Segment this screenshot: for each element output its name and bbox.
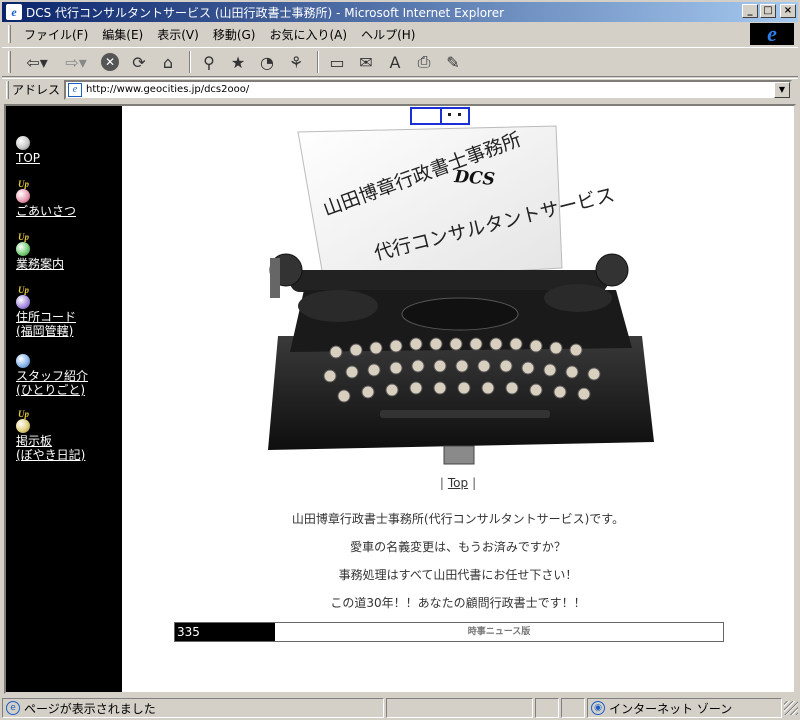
intro-text: 山田博章行政書士事務所(代行コンサルタントサービス)です。 xyxy=(291,512,625,526)
up-badge: Up xyxy=(18,179,29,189)
image-map-dot xyxy=(448,113,451,116)
sidebar-item-staff[interactable]: スタッフ紹介 (ひとりごと) xyxy=(16,354,88,397)
forward-icon[interactable]: ⇨▾ xyxy=(58,50,94,74)
typewriter-hero-image: 山田博章行政書士事務所 DCS 代行コンサルタントサービス xyxy=(268,125,654,465)
address-field[interactable]: e ▼ xyxy=(64,79,792,100)
hero-dcs-text: DCS xyxy=(453,167,496,190)
sidebar-item-top[interactable]: TOP xyxy=(16,136,40,165)
sidebar-link-staff-sub[interactable]: (ひとりごと) xyxy=(16,383,85,397)
favorites-icon[interactable]: ★ xyxy=(225,50,251,74)
right-knob xyxy=(595,253,629,287)
sidebar-link-address-code[interactable]: 住所コード xyxy=(16,310,76,324)
home-icon[interactable]: ⌂ xyxy=(155,50,181,74)
security-zone-panel: ◉ インターネット ゾーン xyxy=(587,698,783,718)
ribbon-spool-left xyxy=(298,290,378,322)
addressbar-grip xyxy=(6,80,9,99)
mail-icon[interactable]: ✉ xyxy=(353,50,379,74)
status-panel-empty xyxy=(386,698,534,718)
typebar-basket xyxy=(401,297,519,331)
up-badge: Up xyxy=(18,232,29,242)
ball-icon xyxy=(16,354,30,368)
ball-icon xyxy=(16,419,30,433)
ie-page-icon: e xyxy=(6,4,22,20)
sidebar-link-top[interactable]: TOP xyxy=(16,151,40,165)
counter-news-bar: 335 時事ニュース版 xyxy=(174,622,724,642)
address-dropdown-button[interactable]: ▼ xyxy=(774,81,790,98)
intro-text: 事務処理はすべて山田代書にお任せ下さい！ xyxy=(338,568,578,582)
address-input[interactable] xyxy=(86,84,790,95)
sidebar-item-address-code[interactable]: Up 住所コード (福岡管轄) xyxy=(16,286,76,338)
carriage-lever xyxy=(270,258,280,298)
history-icon[interactable]: ◔ xyxy=(254,50,280,74)
address-label: アドレス xyxy=(12,83,61,97)
page-icon: e xyxy=(68,82,83,97)
base-latch xyxy=(443,445,475,465)
intro-text: この道30年！！あなたの顧問行政書士です！！ xyxy=(330,596,586,610)
window-titlebar: e DCS 代行コンサルタントサービス (山田行政書士事務所) - Micros… xyxy=(0,0,800,22)
sidebar-item-services[interactable]: Up 業務案内 xyxy=(16,233,64,271)
print-icon[interactable]: ⎙ xyxy=(411,50,437,74)
security-zone-text: インターネット ゾーン xyxy=(609,701,733,716)
address-bar: アドレス e ▼ xyxy=(2,78,798,100)
status-text: ページが表示されました xyxy=(24,701,156,716)
menubar-grip xyxy=(8,25,11,43)
minimize-button[interactable]: _ xyxy=(742,4,758,18)
refresh-icon[interactable]: ⟳ xyxy=(126,50,152,74)
top-link[interactable]: Top xyxy=(448,476,468,490)
ie-logo: e xyxy=(750,23,794,45)
page-content[interactable]: TOP Up ごあいさつ Up 業務案内 Up 住所コード (福岡管轄) スタッ… xyxy=(4,104,796,694)
status-panel-empty xyxy=(535,698,560,718)
menu-view[interactable]: 表示(V) xyxy=(150,26,206,43)
menu-go[interactable]: 移動(G) xyxy=(206,26,263,43)
back-icon[interactable]: ⇦▾ xyxy=(19,50,55,74)
toolbar-grip xyxy=(8,51,11,73)
menu-favorites[interactable]: お気に入り(A) xyxy=(262,26,354,43)
stop-icon[interactable]: ✕ xyxy=(97,50,123,74)
top-link-row: | Top | xyxy=(439,476,477,490)
fullscreen-icon[interactable]: ▭ xyxy=(324,50,350,74)
edit-icon[interactable]: ✎ xyxy=(440,50,466,74)
sidebar-link-services[interactable]: 業務案内 xyxy=(16,257,64,271)
ribbon-spool-right xyxy=(544,284,612,312)
sidebar-link-address-code-sub[interactable]: (福岡管轄) xyxy=(16,324,73,338)
ball-icon xyxy=(16,295,30,309)
maximize-button[interactable]: □ xyxy=(760,4,776,18)
sidebar-link-staff[interactable]: スタッフ紹介 xyxy=(16,369,88,383)
space-bar xyxy=(380,410,550,418)
status-text-panel: e ページが表示されました xyxy=(2,698,385,718)
up-badge: Up xyxy=(18,409,29,419)
standard-toolbar: ⇦▾ ⇨▾ ✕ ⟳ ⌂ ⚲ ★ ◔ ⚘ ▭ ✉ A ⎙ ✎ xyxy=(2,47,798,77)
search-icon[interactable]: ⚲ xyxy=(196,50,222,74)
sidebar-item-bbs[interactable]: Up 掲示板 (ぼやき日記) xyxy=(16,410,85,462)
sidebar-nav: TOP Up ごあいさつ Up 業務案内 Up 住所コード (福岡管轄) スタッ… xyxy=(6,106,122,692)
toolbar-separator xyxy=(189,51,191,73)
sidebar-link-greeting[interactable]: ごあいさつ xyxy=(16,204,76,218)
menu-bar: ファイル(F) 編集(E) 表示(V) 移動(G) お気に入り(A) ヘルプ(H… xyxy=(0,22,800,46)
sidebar-link-bbs-sub[interactable]: (ぼやき日記) xyxy=(16,448,85,462)
intro-text: 愛車の名義変更は、もうお済みですか？ xyxy=(350,540,566,554)
visitor-counter: 335 xyxy=(175,623,275,641)
menu-help[interactable]: ヘルプ(H) xyxy=(354,26,422,43)
news-link[interactable]: 時事ニュース版 xyxy=(275,623,723,641)
image-map-dot xyxy=(458,113,461,116)
toolbar-separator xyxy=(317,51,319,73)
globe-icon: ◉ xyxy=(591,701,606,715)
resize-grip[interactable] xyxy=(784,701,798,715)
sidebar-item-greeting[interactable]: Up ごあいさつ xyxy=(16,180,76,218)
font-icon[interactable]: A xyxy=(382,50,408,74)
ball-icon xyxy=(16,136,30,150)
page-status-icon: e xyxy=(6,701,20,715)
channels-icon[interactable]: ⚘ xyxy=(283,50,309,74)
main-column: 山田博章行政書士事務所 DCS 代行コンサルタントサービス | Top | 山田… xyxy=(122,106,794,692)
menu-file[interactable]: ファイル(F) xyxy=(17,26,95,43)
window-title: DCS 代行コンサルタントサービス (山田行政書士事務所) - Microsof… xyxy=(26,5,505,20)
up-badge: Up xyxy=(18,285,29,295)
menu-edit[interactable]: 編集(E) xyxy=(95,26,150,43)
ball-icon xyxy=(16,242,30,256)
sidebar-link-bbs[interactable]: 掲示板 xyxy=(16,434,52,448)
status-panel-empty xyxy=(561,698,586,718)
close-button[interactable]: × xyxy=(780,4,796,18)
status-bar: e ページが表示されました ◉ インターネット ゾーン xyxy=(0,696,800,720)
ball-icon xyxy=(16,189,30,203)
